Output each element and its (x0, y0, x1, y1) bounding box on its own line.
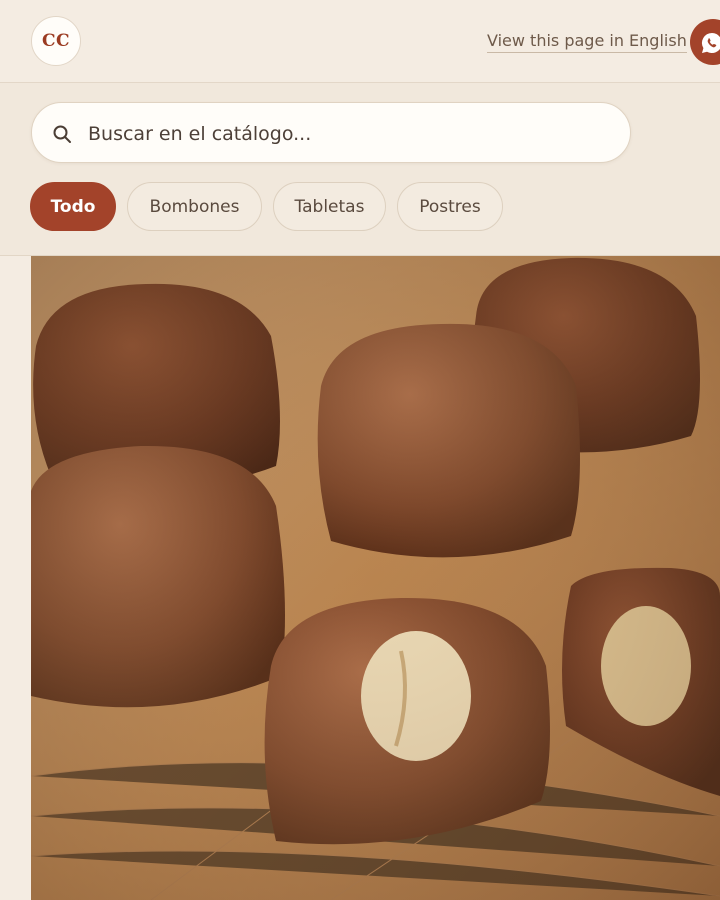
search-input[interactable] (86, 115, 610, 153)
search-box[interactable] (31, 102, 631, 163)
chip-label: Postres (419, 196, 481, 217)
brand-logo-text: CC (41, 31, 71, 51)
language-switch-link[interactable]: View this page in English (487, 31, 687, 53)
chip-label: Todo (50, 196, 96, 217)
whatsapp-button[interactable] (690, 19, 720, 65)
whatsapp-icon (702, 33, 720, 53)
chip-label: Tabletas (294, 196, 365, 217)
chip-postres[interactable]: Postres (397, 182, 503, 231)
chip-label: Bombones (149, 196, 240, 217)
chip-tabletas[interactable]: Tabletas (273, 182, 386, 231)
brand-logo[interactable]: CC (31, 16, 81, 66)
filter-panel: Todo Bombones Tabletas Postres (0, 83, 720, 256)
search-icon (53, 125, 71, 143)
chip-todo[interactable]: Todo (30, 182, 116, 231)
chocolate-bonbons-image (31, 256, 720, 900)
chip-bombones[interactable]: Bombones (127, 182, 262, 231)
header-bar: CC View this page in English (0, 0, 720, 83)
product-hero-image[interactable] (31, 256, 720, 900)
